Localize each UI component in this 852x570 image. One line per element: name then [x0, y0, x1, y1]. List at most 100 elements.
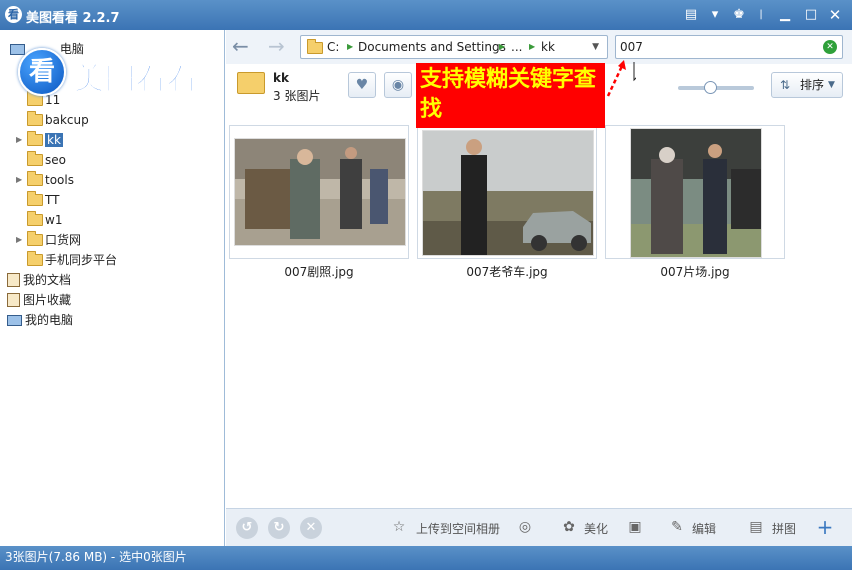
tree-item-tools[interactable]: ▶ tools — [16, 171, 74, 189]
tree-item-mobile-sync[interactable]: 手机同步平台 — [27, 251, 117, 269]
upload-button[interactable]: 上传到空间相册 — [416, 520, 500, 537]
annotation-callout: 支持模糊关键字查找 — [416, 63, 605, 128]
tree-item-label: TT — [45, 193, 60, 207]
weibo-icon[interactable]: ◎ — [514, 516, 536, 538]
sort-button[interactable]: ⇅ 排序 ▼ — [771, 72, 843, 98]
tree-item-seo[interactable]: seo — [27, 151, 66, 169]
tree-item-label: kk — [45, 133, 63, 147]
tree-item-label: 我的文档 — [23, 273, 72, 287]
delete-icon[interactable]: ✕ — [300, 517, 322, 539]
tree-item-favorites[interactable]: 图片收藏 — [7, 291, 71, 309]
upload-icon[interactable]: ☆ — [388, 516, 410, 538]
tree-item-my-computer[interactable]: 我的电脑 — [7, 311, 73, 329]
tree-item-label: w1 — [45, 213, 63, 227]
slideshow-icon[interactable]: ▣ — [624, 516, 646, 538]
photo-thumbnail[interactable] — [417, 125, 597, 259]
photo-caption: 007老爷车.jpg — [466, 265, 548, 279]
tree-item-tt[interactable]: TT — [27, 191, 59, 209]
folder-icon — [27, 111, 43, 126]
expand-arrow-icon[interactable]: ▶ — [16, 231, 26, 249]
chevron-down-icon[interactable]: ▼ — [592, 36, 599, 58]
rotate-right-icon[interactable]: ↻ — [268, 517, 290, 539]
folder-icon — [27, 211, 43, 226]
folder-icon — [27, 251, 43, 266]
path-segment[interactable]: C: — [327, 36, 339, 58]
separator-icon: | — [759, 9, 763, 20]
tree-item-label: 手机同步平台 — [45, 253, 118, 267]
tree-item-w1[interactable]: w1 — [27, 211, 62, 229]
folder-count: 3 张图片 — [273, 89, 321, 103]
photo-image — [422, 130, 594, 256]
photo-thumbnail[interactable] — [605, 125, 785, 259]
folder-icon — [27, 231, 43, 246]
bottom-toolbar: ↺ ↻ ✕ ☆ 上传到空间相册 ◎ ✿ 美化 ▣ ✎ 编辑 ▤ 拼图 + — [226, 508, 852, 546]
logo-text: 美图看看 — [74, 62, 198, 98]
expand-arrow-icon[interactable]: ▶ — [16, 131, 26, 149]
sort-icon: ⇅ — [780, 78, 791, 92]
chevron-down-icon: ▼ — [828, 80, 835, 90]
photo-caption: 007片场.jpg — [660, 265, 730, 279]
path-separator-icon[interactable]: ▶ — [347, 36, 353, 58]
favorite-heart-button[interactable]: ♥ — [348, 72, 376, 98]
close-icon[interactable]: ✕ — [826, 6, 844, 24]
tree-item-label: seo — [45, 153, 66, 167]
computer-icon — [10, 44, 25, 55]
rotate-left-icon[interactable]: ↺ — [236, 517, 258, 539]
photo-image — [234, 138, 406, 246]
computer-icon — [7, 315, 22, 326]
favorites-icon — [7, 293, 20, 307]
photo-image — [630, 128, 762, 258]
maximize-icon[interactable]: □ — [802, 6, 820, 24]
back-arrow-icon[interactable]: ← — [232, 34, 249, 58]
folder-icon — [27, 171, 43, 186]
folder-tree[interactable]: 电脑 11 bakcup ▶ kk seo ▶ tools TT w1 ▶ 口货… — [0, 30, 225, 546]
tree-item-label: 图片收藏 — [23, 293, 72, 307]
tree-item-label: 口货网 — [45, 233, 82, 247]
tree-item-label: tools — [45, 173, 74, 187]
logo-badge: 看 — [18, 48, 66, 96]
feedback-icon[interactable]: ▤ — [682, 6, 700, 24]
beautify-icon[interactable]: ✿ — [558, 516, 580, 538]
beautify-button[interactable]: 美化 — [584, 520, 608, 537]
tree-item-kouhuo[interactable]: ▶ 口货网 — [16, 231, 82, 249]
clear-search-icon[interactable]: ✕ — [823, 40, 837, 54]
path-segment[interactable]: Documents and Settings — [358, 36, 506, 58]
path-segment[interactable]: kk — [541, 36, 555, 58]
tree-item-label: 我的电脑 — [25, 313, 74, 327]
puzzle-button[interactable]: 拼图 — [772, 520, 796, 537]
path-bar[interactable]: C: ▶ Documents and Settings ▶ ... ▶ kk ▼ — [300, 35, 608, 59]
expand-arrow-icon[interactable]: ▶ — [16, 171, 26, 189]
edit-icon[interactable]: ✎ — [666, 516, 688, 538]
tree-item-bakcup[interactable]: bakcup — [27, 111, 89, 129]
forward-arrow-icon[interactable]: → — [268, 34, 285, 58]
tree-item-kk[interactable]: ▶ kk — [16, 131, 63, 149]
folder-icon — [27, 131, 43, 146]
edit-button[interactable]: 编辑 — [692, 520, 716, 537]
navigation-bar: ← → C: ▶ Documents and Settings ▶ ... ▶ … — [226, 30, 852, 64]
puzzle-icon[interactable]: ▤ — [745, 516, 767, 538]
title-bar: 看 美图看看 2.2.7 ▤ ▾ ♚ | ▁ □ ✕ — [0, 0, 852, 30]
photo-caption: 007剧照.jpg — [284, 265, 354, 279]
menu-icon[interactable]: ▾ — [706, 6, 724, 24]
annotation-arrow-icon — [606, 60, 636, 97]
zoom-slider-handle[interactable] — [704, 81, 717, 94]
search-value: 007 — [620, 40, 643, 54]
view-eye-button[interactable]: ◉ — [384, 72, 412, 98]
add-icon[interactable]: + — [814, 516, 836, 538]
folder-icon — [307, 39, 323, 54]
current-folder-icon — [237, 72, 265, 94]
status-bar: 3张图片(7.86 MB) - 选中0张图片 — [0, 546, 852, 570]
tree-item-my-documents[interactable]: 我的文档 — [7, 271, 71, 289]
tree-item-label: bakcup — [45, 113, 89, 127]
skin-shirt-icon[interactable]: ♚ — [730, 6, 748, 24]
path-segment[interactable]: ... — [511, 36, 522, 58]
path-separator-icon[interactable]: ▶ — [499, 36, 505, 58]
folder-icon — [27, 191, 43, 206]
search-input[interactable]: 007 ✕ — [615, 35, 843, 59]
path-separator-icon[interactable]: ▶ — [529, 36, 535, 58]
folder-icon — [27, 151, 43, 166]
minimize-icon[interactable]: ▁ — [776, 6, 794, 24]
documents-icon — [7, 273, 20, 287]
photo-thumbnail[interactable] — [229, 125, 409, 259]
folder-name: kk — [273, 71, 289, 85]
